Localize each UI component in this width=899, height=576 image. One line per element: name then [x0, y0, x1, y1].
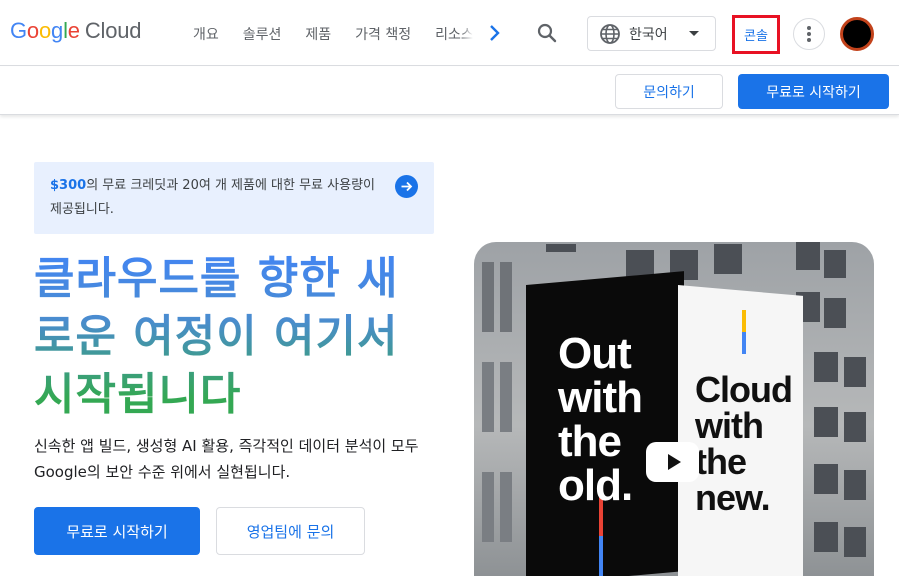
promo-text: 의 무료 크레딧과 20여 개 제품에 대한 무료 사용량이 제공됩니다. [50, 178, 375, 217]
promo-amount: $300 [50, 178, 87, 193]
hero-headline: 클라우드를 향한 새로운 여정이 여기서 시작됩니다 [34, 250, 434, 424]
billboard-stripe [599, 536, 603, 576]
building-window [500, 362, 512, 432]
contact-button[interactable]: 문의하기 [615, 74, 723, 109]
globe-icon [600, 23, 620, 44]
page: GoogleCloud 개요 솔루션 제품 가격 책정 리소스 한국어 콘솔 [0, 0, 899, 576]
arrow-right-icon[interactable] [395, 175, 418, 198]
nav-item-resources[interactable]: 리소스 [435, 24, 473, 44]
nav-item-pricing[interactable]: 가격 책정 [355, 24, 411, 44]
more-vert-icon [807, 26, 811, 42]
main-nav: 개요 솔루션 제품 가격 책정 리소스 [193, 24, 473, 44]
play-icon [667, 454, 681, 470]
building-window [500, 262, 512, 332]
language-label: 한국어 [629, 26, 668, 43]
cta-start-free-button[interactable]: 무료로 시작하기 [34, 507, 200, 555]
building-window [482, 362, 494, 432]
nav-item-solutions[interactable]: 솔루션 [243, 24, 282, 44]
billboard-right-text: Cloud with the new. [695, 369, 793, 518]
hero-description: 신속한 앱 빌드, 생성형 AI 활용, 즉각적인 데이터 분석이 모두 Goo… [34, 437, 419, 481]
account-avatar[interactable] [840, 17, 874, 51]
billboard-left-text: Out with the old. [558, 329, 643, 510]
billboard-stripe [742, 310, 746, 332]
more-options-button[interactable] [793, 18, 825, 50]
nav-item-products[interactable]: 제품 [305, 24, 331, 44]
building-window [844, 357, 866, 387]
language-selector[interactable]: 한국어 [587, 16, 716, 51]
chevron-right-icon[interactable] [486, 22, 504, 44]
search-icon[interactable] [536, 22, 558, 44]
promo-banner[interactable]: $300의 무료 크레딧과 20여 개 제품에 대한 무료 사용량이 제공됩니다… [34, 162, 434, 234]
google-cloud-logo[interactable]: Google Cloud [10, 18, 141, 44]
hero-video-thumbnail[interactable]: Out with the old. Cloud with the new. [474, 242, 874, 576]
building-window [814, 522, 838, 552]
cta-contact-sales-button[interactable]: 영업팀에 문의 [216, 507, 365, 555]
start-free-button[interactable]: 무료로 시작하기 [738, 74, 889, 109]
building-window [844, 412, 866, 442]
building-window [844, 527, 866, 557]
building-window [824, 298, 846, 328]
caret-down-icon [689, 31, 699, 36]
console-link[interactable]: 콘솔 [732, 15, 780, 54]
building-window [814, 464, 838, 494]
building-window [546, 244, 576, 252]
building-window [500, 472, 512, 542]
building-window [814, 407, 838, 437]
building-window [824, 250, 846, 278]
building-window [482, 262, 494, 332]
building-window [814, 352, 838, 382]
play-button[interactable] [646, 442, 699, 482]
building-window [482, 472, 494, 542]
building-window [796, 242, 820, 270]
nav-item-overview[interactable]: 개요 [193, 24, 219, 44]
building-window [844, 470, 866, 500]
building-window [714, 244, 742, 274]
billboard-stripe [742, 332, 746, 354]
top-header: Google Cloud 개요 솔루션 제품 가격 책정 리소스 한국어 콘솔 [0, 0, 899, 66]
sub-action-bar: 문의하기 무료로 시작하기 [0, 67, 899, 115]
